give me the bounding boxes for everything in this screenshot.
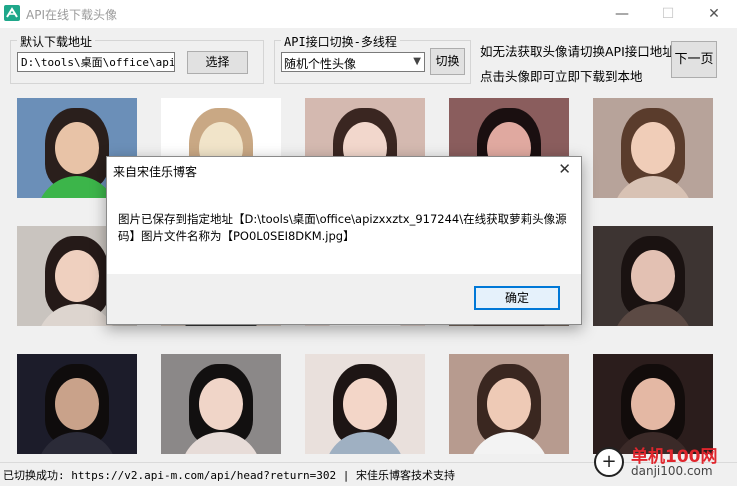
avatar-thumbnail[interactable] [161, 354, 281, 454]
avatar-thumbnail[interactable] [305, 354, 425, 454]
watermark-logo: + 单机100网 danji100.com [586, 440, 737, 482]
dialog-footer: 确定 [107, 274, 581, 324]
dialog-close-icon[interactable]: ✕ [558, 160, 571, 178]
avatar-face [487, 378, 531, 430]
hint-switch-api: 如无法获取头像请切换API接口地址 [480, 44, 675, 59]
avatar-face [55, 122, 99, 174]
avatar-face [55, 250, 99, 302]
avatar-face [631, 250, 675, 302]
status-text: 已切换成功: https://v2.api-m.com/api/head?ret… [3, 469, 456, 482]
api-group-label: API接口切换-多线程 [281, 33, 400, 50]
watermark-en: danji100.com [631, 464, 713, 478]
avatar-thumbnail[interactable] [593, 226, 713, 326]
avatar-thumbnail[interactable] [17, 354, 137, 454]
avatar-face [55, 378, 99, 430]
select-folder-button[interactable]: 选择 [187, 51, 248, 74]
avatar-face [199, 378, 243, 430]
chevron-down-icon: ▼ [413, 56, 421, 67]
ok-button[interactable]: 确定 [474, 286, 560, 310]
hint-click-avatar: 点击头像即可立即下载到本地 [480, 69, 643, 84]
api-select-value: 随机个性头像 [284, 57, 357, 71]
avatar-face [631, 122, 675, 174]
avatar-thumbnail[interactable] [593, 354, 713, 454]
avatar-face [631, 378, 675, 430]
watermark-circle-icon: + [594, 447, 624, 477]
window-title: API在线下载头像 [26, 8, 117, 22]
avatar-thumbnail[interactable] [593, 98, 713, 198]
avatar-thumbnail[interactable] [449, 354, 569, 454]
dialog-title: 来自宋佳乐博客 [113, 165, 198, 179]
next-page-button[interactable]: 下一页 [671, 41, 717, 78]
app-icon [4, 5, 20, 21]
dialog-message: 图片已保存到指定地址【D:\tools\桌面\office\apizxxztx_… [118, 212, 567, 243]
close-button[interactable]: ✕ [691, 0, 737, 28]
message-dialog: 来自宋佳乐博客 ✕ 图片已保存到指定地址【D:\tools\桌面\office\… [106, 156, 582, 325]
api-select[interactable]: 随机个性头像 ▼ [281, 52, 425, 72]
plus-icon: + [601, 451, 617, 472]
minimize-button[interactable]: — [599, 0, 645, 28]
title-bar: API在线下载头像 — ☐ ✕ [0, 0, 737, 28]
avatar-face [343, 378, 387, 430]
maximize-button[interactable]: ☐ [645, 0, 691, 28]
switch-api-button[interactable]: 切换 [430, 48, 465, 75]
download-group-label: 默认下载地址 [17, 33, 96, 50]
download-path-input[interactable]: D:\tools\桌面\office\apizx [17, 52, 175, 72]
